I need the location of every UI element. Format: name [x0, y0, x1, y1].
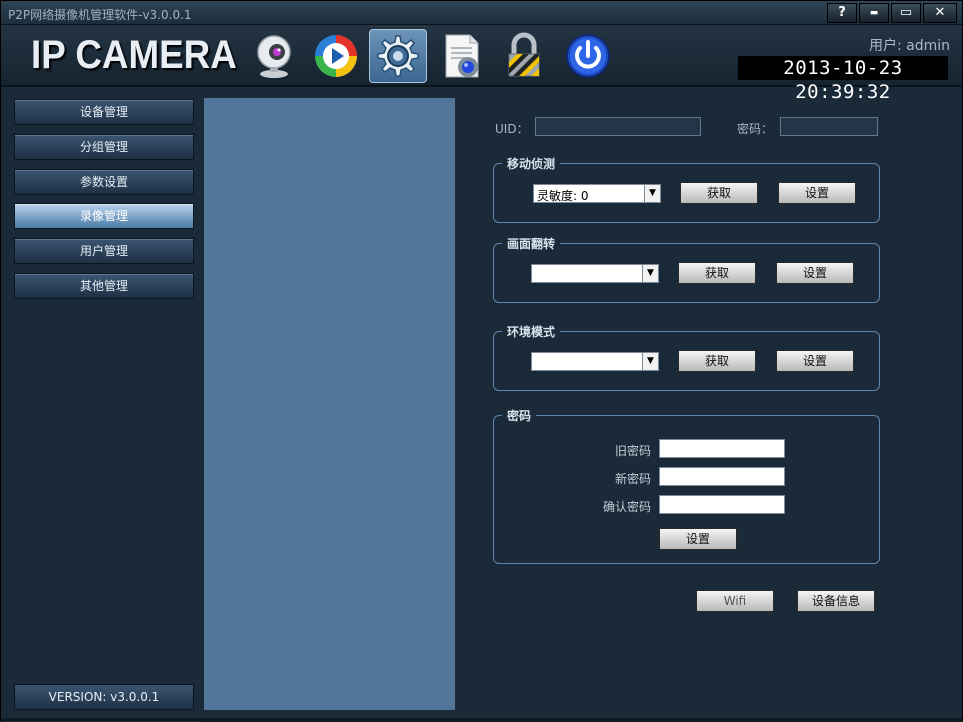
- device-list-panel[interactable]: [204, 98, 455, 710]
- current-user: 用户: admin: [868, 38, 950, 54]
- uid-label: UID：: [495, 122, 529, 136]
- device-password-field[interactable]: [780, 117, 878, 136]
- confirm-password-field[interactable]: [659, 495, 785, 514]
- environment-mode-title: 环境模式: [502, 323, 561, 340]
- motion-get-button[interactable]: 获取: [680, 182, 758, 204]
- app-logo: IP CAMERA: [31, 33, 237, 77]
- device-password-label: 密码：: [737, 122, 774, 136]
- power-icon[interactable]: [559, 29, 617, 83]
- settings-gear-icon[interactable]: [369, 29, 427, 83]
- app-window: P2P网络摄像机管理软件-v3.0.0.1 ? ▬ ▭ ✕ IP CAMERA: [0, 0, 963, 722]
- old-password-label: 旧密码: [615, 444, 652, 458]
- sidebar: 设备管理 分组管理 参数设置 录像管理 用户管理 其他管理 VERSION: v…: [1, 89, 201, 722]
- password-change-title: 密码: [502, 407, 537, 424]
- window-controls: ? ▬ ▭ ✕: [827, 3, 957, 23]
- document-settings-icon[interactable]: [433, 29, 491, 83]
- confirm-password-label: 确认密码: [603, 500, 652, 514]
- version-label: VERSION: v3.0.0.1: [14, 684, 194, 710]
- play-icon[interactable]: [307, 29, 365, 83]
- nav-user-management[interactable]: 用户管理: [14, 238, 194, 264]
- header-bar: IP CAMERA 用户: admin 2013-10-23 20:39:32: [1, 25, 962, 103]
- chevron-down-icon[interactable]: ▼: [642, 353, 658, 370]
- nav-other-management[interactable]: 其他管理: [14, 273, 194, 299]
- motion-detection-title: 移动侦测: [502, 155, 561, 172]
- window-title: P2P网络摄像机管理软件-v3.0.0.1: [8, 8, 192, 22]
- title-bar: P2P网络摄像机管理软件-v3.0.0.1 ? ▬ ▭ ✕: [1, 1, 962, 25]
- maximize-button[interactable]: ▭: [891, 3, 921, 23]
- environment-select[interactable]: ▼: [531, 352, 659, 371]
- environment-set-button[interactable]: 设置: [776, 350, 854, 372]
- device-info-button[interactable]: 设备信息: [797, 590, 875, 612]
- image-flip-title: 画面翻转: [502, 235, 561, 252]
- sensitivity-select[interactable]: 灵敏度: 0 ▼: [533, 184, 661, 203]
- sensitivity-value: 灵敏度: 0: [537, 189, 589, 203]
- close-button[interactable]: ✕: [923, 3, 957, 23]
- nav-group-management[interactable]: 分组管理: [14, 134, 194, 160]
- password-set-button[interactable]: 设置: [659, 528, 737, 550]
- new-password-field[interactable]: [659, 467, 785, 486]
- old-password-field[interactable]: [659, 439, 785, 458]
- help-button[interactable]: ?: [827, 3, 857, 23]
- wifi-button[interactable]: Wifi: [696, 590, 774, 612]
- motion-set-button[interactable]: 设置: [778, 182, 856, 204]
- flip-select[interactable]: ▼: [531, 264, 659, 283]
- uid-field[interactable]: [535, 117, 701, 136]
- nav-parameter-settings[interactable]: 参数设置: [14, 169, 194, 195]
- datetime-display: 2013-10-23 20:39:32: [738, 56, 948, 103]
- new-password-label: 新密码: [615, 472, 652, 486]
- nav-device-management[interactable]: 设备管理: [14, 99, 194, 125]
- chevron-down-icon[interactable]: ▼: [642, 265, 658, 282]
- lock-icon[interactable]: [495, 29, 553, 83]
- webcam-icon[interactable]: [245, 29, 303, 83]
- flip-set-button[interactable]: 设置: [776, 262, 854, 284]
- flip-get-button[interactable]: 获取: [678, 262, 756, 284]
- nav-recording-management[interactable]: 录像管理: [14, 203, 194, 229]
- chevron-down-icon[interactable]: ▼: [644, 185, 660, 202]
- environment-get-button[interactable]: 获取: [678, 350, 756, 372]
- minimize-button[interactable]: ▬: [859, 3, 889, 23]
